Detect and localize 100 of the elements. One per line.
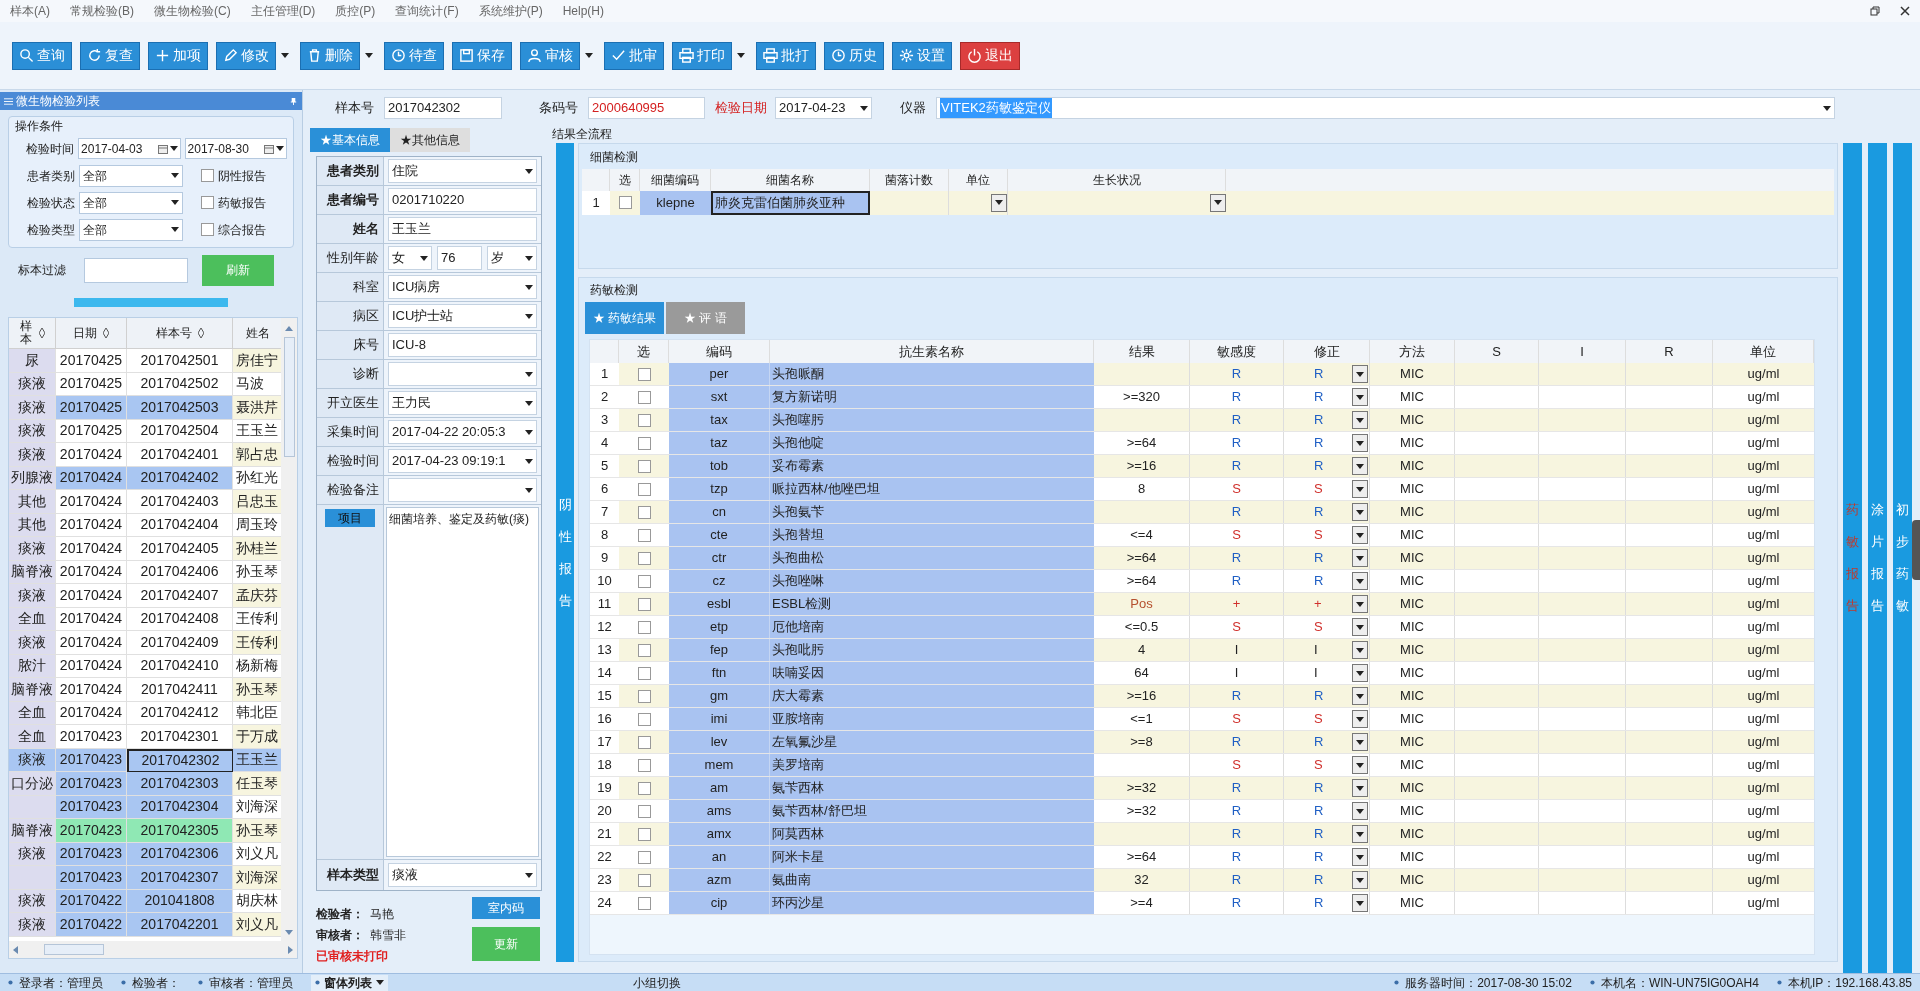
toolbar-button[interactable]: 退出 xyxy=(960,41,1020,70)
dropdown-button[interactable] xyxy=(1352,526,1368,544)
checkbox[interactable] xyxy=(637,367,651,381)
list-row[interactable]: 脑脊液 20170424 2017042411 孙玉琴 xyxy=(9,678,281,702)
list-row[interactable]: 痰液 20170425 2017042504 王玉兰 xyxy=(9,419,281,443)
filter-input[interactable] xyxy=(84,257,188,283)
list-row[interactable]: 痰液 20170422 201041808 胡庆林 xyxy=(9,889,281,913)
checkbox[interactable] xyxy=(637,666,651,680)
checkbox[interactable] xyxy=(637,712,651,726)
date-field[interactable]: 2017-04-03 xyxy=(78,138,181,159)
checkbox[interactable] xyxy=(637,574,651,588)
scroll-left-icon[interactable] xyxy=(13,945,18,954)
list-row[interactable]: 痰液 20170423 2017042306 刘义凡 xyxy=(9,842,281,866)
list-row[interactable]: 痰液 20170425 2017042502 马波 xyxy=(9,372,281,396)
checkbox[interactable] xyxy=(637,850,651,864)
dropdown-button[interactable] xyxy=(1352,411,1368,429)
checkbox[interactable] xyxy=(637,781,651,795)
checkbox[interactable] xyxy=(637,459,651,473)
checkbox[interactable] xyxy=(637,482,651,496)
dropdown-button[interactable] xyxy=(1352,457,1368,475)
dropdown-field[interactable]: 2017-04-23 xyxy=(775,97,872,119)
dropdown-button[interactable] xyxy=(1352,710,1368,728)
menu-item[interactable]: Help(H) xyxy=(562,2,604,20)
column-header[interactable]: 菌落计数 xyxy=(870,168,949,191)
list-row[interactable]: 口分泌 20170423 2017042303 任玉琴 xyxy=(9,772,281,796)
menu-item[interactable]: 主任管理(D) xyxy=(250,2,316,20)
list-row[interactable]: 痰液 20170424 2017042405 孙桂兰 xyxy=(9,537,281,561)
dropdown-field[interactable]: ICU护士站 xyxy=(388,304,537,328)
dropdown-field[interactable] xyxy=(388,362,537,386)
dropdown-button[interactable] xyxy=(1352,664,1368,682)
checkbox[interactable] xyxy=(637,804,651,818)
checkbox[interactable] xyxy=(201,223,214,236)
list-row[interactable]: 痰液 20170425 2017042503 聂洪芹 xyxy=(9,396,281,420)
dropdown-field[interactable]: 痰液 xyxy=(388,863,537,887)
dropdown-button[interactable] xyxy=(1352,503,1368,521)
text-field[interactable]: 王玉兰 xyxy=(388,217,537,241)
date-field[interactable]: 2017-08-30 xyxy=(184,138,287,159)
menu-item[interactable]: 微生物检验(C) xyxy=(154,2,231,20)
splitter-handle[interactable] xyxy=(1912,519,1920,580)
horizontal-scrollbar[interactable] xyxy=(9,941,297,958)
dropdown-button[interactable] xyxy=(1210,193,1226,212)
list-row[interactable]: 全血 20170423 2017042301 于万成 xyxy=(9,725,281,749)
list-row[interactable]: 痰液 20170424 2017042409 王传利 xyxy=(9,631,281,655)
dropdown-button[interactable] xyxy=(1352,641,1368,659)
dropdown-field[interactable]: 全部 xyxy=(79,191,183,214)
tab[interactable]: ★其他信息 xyxy=(390,128,470,152)
text-field[interactable]: 2017042302 xyxy=(384,97,502,119)
dropdown-button[interactable] xyxy=(991,193,1007,212)
list-row[interactable]: 全血 20170424 2017042412 韩北臣 xyxy=(9,701,281,725)
dropdown-button[interactable] xyxy=(1352,802,1368,820)
dropdown-field[interactable]: 2017-04-23 09:19:1 xyxy=(388,449,537,473)
dropdown-field[interactable]: 2017-04-22 20:05:3 xyxy=(388,420,537,444)
list-row[interactable]: 痰液 20170424 2017042407 孟庆芬 xyxy=(9,584,281,608)
list-row[interactable]: 全血 20170424 2017042408 王传利 xyxy=(9,607,281,631)
list-row[interactable]: 其他 20170424 2017042404 周玉玲 xyxy=(9,513,281,537)
dropdown-button[interactable] xyxy=(1352,733,1368,751)
dropdown-field[interactable] xyxy=(388,478,537,502)
dropdown-button[interactable] xyxy=(1352,618,1368,636)
checkbox[interactable] xyxy=(618,196,632,209)
dropdown-field[interactable]: 全部 xyxy=(79,218,183,241)
text-field[interactable]: 0201710220 xyxy=(388,188,537,212)
checkbox[interactable] xyxy=(637,643,651,657)
dropdown-button[interactable] xyxy=(1352,572,1368,590)
list-row[interactable]: 痰液 20170422 2017042201 刘义凡 xyxy=(9,913,281,937)
vertical-scrollbar[interactable] xyxy=(281,318,297,941)
list-row[interactable]: 20170423 2017042304 刘海深 xyxy=(9,795,281,819)
checkbox[interactable] xyxy=(637,896,651,910)
text-field[interactable]: ICU-8 xyxy=(388,333,537,357)
menu-item[interactable]: 样本(A) xyxy=(10,2,50,20)
list-row[interactable]: 脑脊液 20170424 2017042406 孙玉琴 xyxy=(9,560,281,584)
list-row[interactable]: 20170423 2017042307 刘海深 xyxy=(9,866,281,890)
dropdown-button[interactable] xyxy=(1352,848,1368,866)
list-row[interactable]: 其他 20170424 2017042403 吕忠玉 xyxy=(9,490,281,514)
menu-item[interactable]: 查询统计(F) xyxy=(395,2,459,20)
status-item[interactable]: 小组切换 xyxy=(633,973,681,991)
checkbox[interactable] xyxy=(637,873,651,887)
dropdown-button[interactable] xyxy=(1352,480,1368,498)
menu-item[interactable]: 质控(P) xyxy=(335,2,376,20)
checkbox[interactable] xyxy=(201,196,214,209)
dropdown-field[interactable]: 住院 xyxy=(388,159,537,183)
checkbox[interactable] xyxy=(637,735,651,749)
checkbox[interactable] xyxy=(637,827,651,841)
column-header[interactable]: 选 xyxy=(610,168,640,191)
scroll-up-icon[interactable] xyxy=(285,326,293,331)
list-row[interactable]: 尿 20170425 2017042501 房佳宁 xyxy=(9,349,281,373)
dropdown-button[interactable] xyxy=(1352,595,1368,613)
checkbox[interactable] xyxy=(637,758,651,772)
dropdown-button[interactable] xyxy=(1352,825,1368,843)
text-field[interactable]: 76 xyxy=(437,246,482,270)
dropdown-field[interactable]: 王力民 xyxy=(388,391,537,415)
scroll-thumb[interactable] xyxy=(44,944,104,955)
checkbox[interactable] xyxy=(637,436,651,450)
dropdown-button[interactable] xyxy=(1352,779,1368,797)
items-button[interactable]: 项目 xyxy=(325,509,375,527)
checkbox[interactable] xyxy=(637,505,651,519)
list-row[interactable]: 列腺液 20170424 2017042402 孙红光 xyxy=(9,466,281,490)
dropdown-button[interactable] xyxy=(1352,894,1368,912)
menu-item[interactable]: 系统维护(P) xyxy=(478,2,543,20)
dropdown-button[interactable] xyxy=(1352,549,1368,567)
checkbox[interactable] xyxy=(637,597,651,611)
